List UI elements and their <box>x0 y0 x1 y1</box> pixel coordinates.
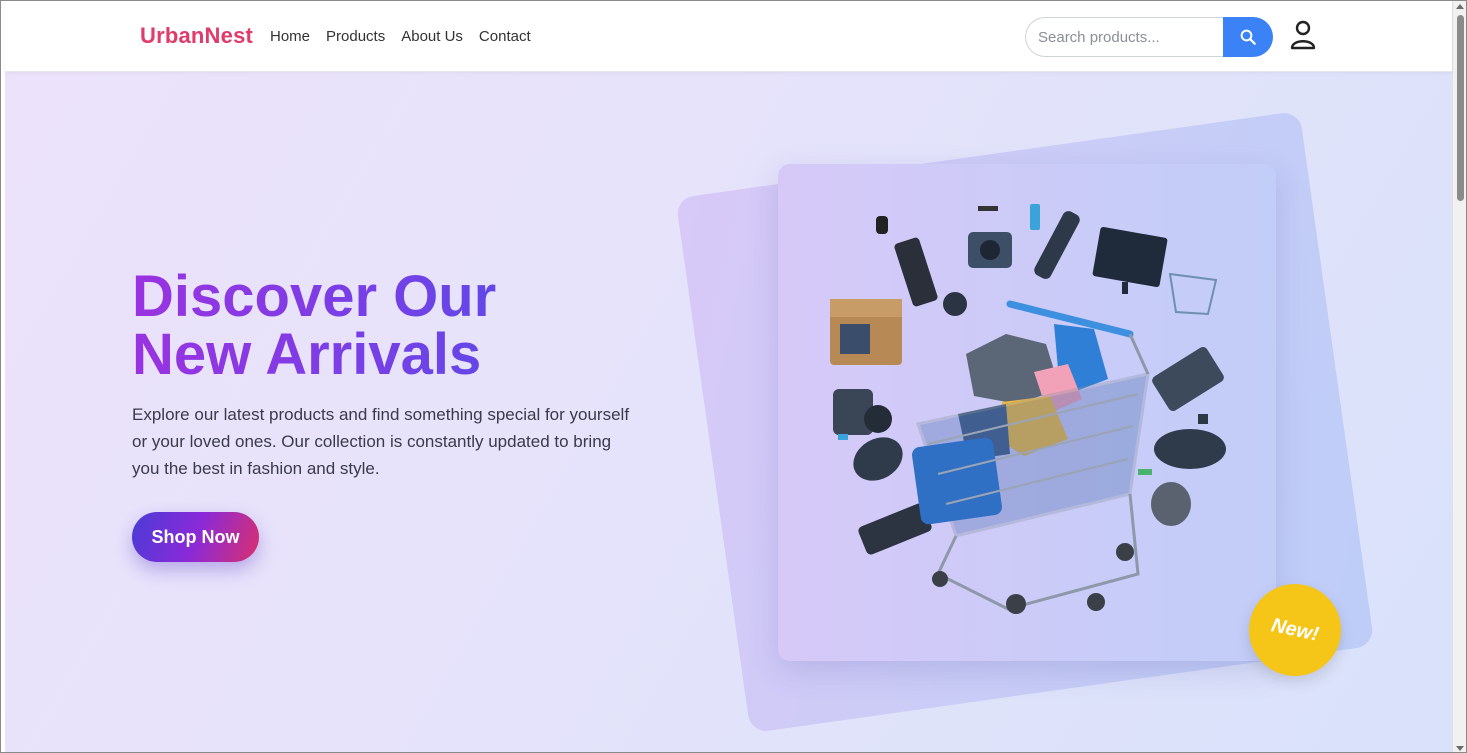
search-bar <box>1025 17 1273 57</box>
hero-image <box>778 164 1276 661</box>
shop-now-button[interactable]: Shop Now <box>132 512 259 562</box>
user-icon[interactable] <box>1289 19 1317 51</box>
search-button[interactable] <box>1223 17 1273 57</box>
main-nav: Home Products About Us Contact <box>270 28 547 45</box>
brand-logo[interactable]: UrbanNest <box>140 23 253 49</box>
nav-link-about-us[interactable]: About Us <box>401 28 463 45</box>
headline-line-2: New Arrivals <box>132 322 482 387</box>
scroll-down-icon[interactable] <box>1456 746 1464 751</box>
scrollbar-thumb[interactable] <box>1457 15 1464 201</box>
search-icon <box>1240 29 1256 45</box>
new-badge: New! <box>1249 584 1341 676</box>
page-scrollbar[interactable] <box>1452 1 1466 752</box>
scroll-up-icon[interactable] <box>1456 4 1464 9</box>
new-badge-label: New! <box>1269 613 1321 646</box>
hero-section: Discover Our New Arrivals Explore our la… <box>5 72 1452 752</box>
navbar: UrbanNest Home Products About Us Contact <box>5 1 1452 72</box>
search-input[interactable] <box>1025 17 1223 57</box>
nav-link-contact[interactable]: Contact <box>479 28 531 45</box>
hero-headline: Discover Our New Arrivals <box>132 268 552 384</box>
browser-window: UrbanNest Home Products About Us Contact <box>0 0 1467 753</box>
nav-link-home[interactable]: Home <box>270 28 310 45</box>
shopping-cart-illustration <box>830 204 1226 614</box>
headline-line-1: Discover Our <box>132 264 497 329</box>
shopping-cart <box>912 300 1150 614</box>
nav-link-products[interactable]: Products <box>326 28 385 45</box>
hero-description: Explore our latest products and find som… <box>132 405 630 478</box>
